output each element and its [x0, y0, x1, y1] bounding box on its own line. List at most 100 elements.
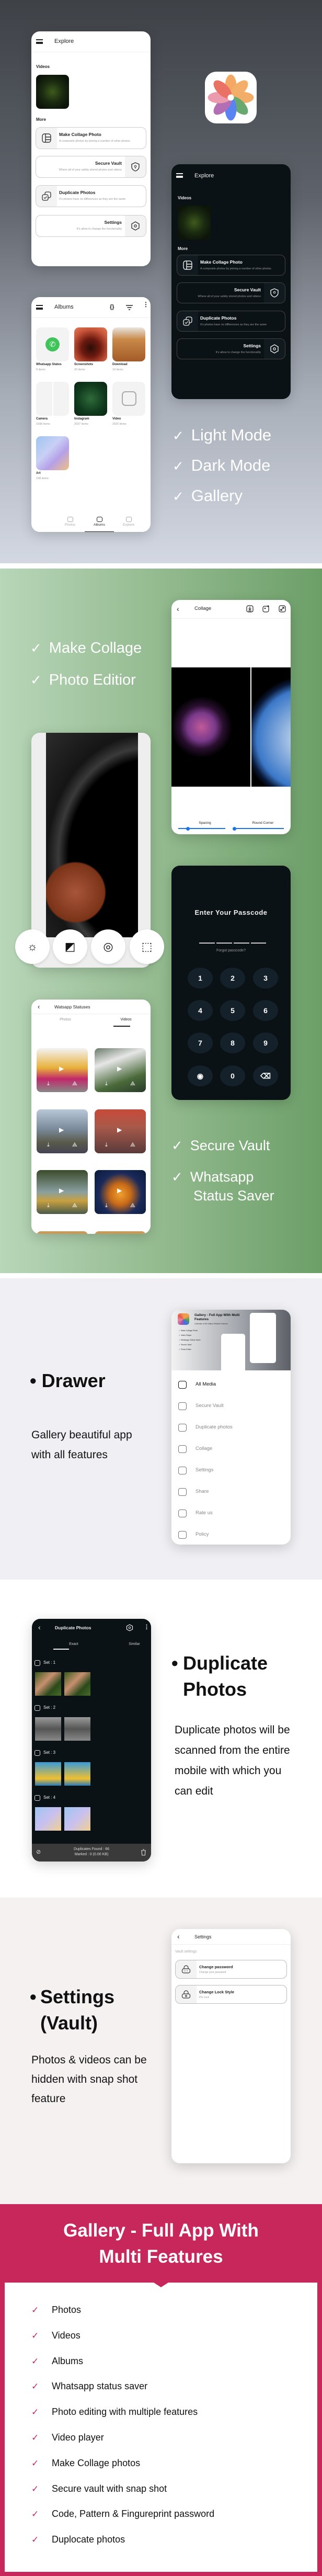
backspace-icon[interactable]: ⌫	[253, 1065, 278, 1086]
play-icon[interactable]: ▶	[59, 1187, 64, 1194]
settings-card[interactable]: Settings It's allow to change the functi…	[36, 215, 146, 237]
drawer-item-settings[interactable]: Settings	[171, 1463, 291, 1479]
status-video-tile[interactable]: ▶ ⤓ ⟁	[95, 1048, 146, 1092]
menu-icon[interactable]	[36, 305, 43, 310]
slider-thumb[interactable]	[186, 826, 190, 831]
play-icon[interactable]: ▶	[117, 1187, 122, 1194]
download-icon[interactable]	[246, 605, 254, 612]
duplicate-photo[interactable]	[64, 1717, 90, 1741]
duplicate-photo[interactable]	[64, 1807, 90, 1831]
download-icon[interactable]: ⤓	[105, 1081, 108, 1087]
play-icon[interactable]: ▶	[59, 1065, 64, 1072]
video-thumbnail[interactable]	[178, 206, 211, 240]
tab-videos[interactable]: Videos	[108, 1018, 144, 1022]
secure-vault-card[interactable]: Secure Vault Where all of your safely st…	[36, 156, 146, 178]
duplicate-photo[interactable]	[64, 1672, 90, 1696]
duplicate-photo[interactable]	[64, 1762, 90, 1786]
share-icon[interactable]: ⟁	[130, 1202, 135, 1209]
key-8[interactable]: 8	[220, 1032, 245, 1053]
vignette-icon[interactable]: ⬚	[130, 929, 164, 964]
settings-card[interactable]: Settings It's allow to change the functi…	[177, 338, 285, 359]
column-toggle-icon[interactable]: {}	[110, 304, 114, 310]
set-checkbox[interactable]	[34, 1660, 40, 1666]
change-lock-style-item[interactable]: Change Lock Style Pin Lock	[175, 1985, 287, 2004]
album-tile[interactable]	[74, 382, 107, 416]
duplicate-photos-card[interactable]: Duplicate Photos It's photos have no dif…	[36, 185, 146, 207]
collage-image-left[interactable]	[171, 667, 250, 787]
expand-icon[interactable]	[279, 605, 286, 612]
status-video-tile[interactable]: ▶ ⤓ ⟁	[95, 1109, 146, 1153]
spacing-slider[interactable]	[178, 826, 225, 831]
play-icon[interactable]: ▶	[59, 1126, 64, 1133]
status-video-tile[interactable]: ▶ ⤓ ⟁	[37, 1109, 88, 1153]
duplicate-photo[interactable]	[35, 1717, 61, 1741]
status-video-tile[interactable]: ▶ ⤓ ⟁	[37, 1048, 88, 1092]
play-icon[interactable]: ▶	[117, 1126, 122, 1133]
key-6[interactable]: 6	[253, 1000, 278, 1021]
share-icon[interactable]: ⟁	[72, 1142, 77, 1149]
saturation-icon[interactable]: ◎	[91, 929, 125, 964]
share-icon[interactable]: ⟁	[72, 1081, 77, 1087]
duplicate-photos-card[interactable]: Duplicate Photos It's photos have no dif…	[177, 311, 285, 332]
download-icon[interactable]: ⤓	[47, 1142, 50, 1149]
key-3[interactable]: 3	[253, 968, 278, 989]
make-collage-card[interactable]: Make Collage Photo A composite photos by…	[177, 255, 285, 276]
key-4[interactable]: 4	[188, 1000, 213, 1021]
back-icon[interactable]: ‹	[38, 1003, 40, 1011]
nav-photos[interactable]: Photos	[55, 517, 85, 532]
round-corner-slider[interactable]	[233, 826, 284, 831]
key-0[interactable]: 0	[220, 1065, 245, 1086]
share-icon[interactable]: ⟁	[130, 1081, 135, 1087]
tab-exact[interactable]: Exact	[69, 1642, 78, 1646]
share-icon[interactable]: ⟁	[72, 1202, 77, 1209]
album-tile[interactable]	[36, 382, 69, 416]
drawer-item-secure-vault[interactable]: Secure Vault	[171, 1399, 291, 1414]
status-video-tile[interactable]	[37, 1231, 88, 1234]
delete-icon[interactable]	[141, 1849, 146, 1856]
tab-photos[interactable]: Photos	[47, 1018, 84, 1022]
duplicate-photo[interactable]	[35, 1762, 61, 1786]
key-1[interactable]: 1	[188, 968, 213, 989]
settings-icon[interactable]	[126, 1624, 133, 1631]
brightness-icon[interactable]: ☼	[15, 929, 50, 964]
download-icon[interactable]: ⤓	[105, 1202, 108, 1209]
key-9[interactable]: 9	[253, 1032, 278, 1053]
nav-albums[interactable]: Albums	[85, 517, 114, 532]
set-checkbox[interactable]	[34, 1750, 40, 1756]
video-thumbnail[interactable]	[36, 75, 69, 109]
menu-icon[interactable]	[176, 173, 183, 178]
album-tile[interactable]	[112, 327, 145, 361]
album-tile[interactable]	[36, 436, 69, 470]
secure-vault-card[interactable]: Secure Vault Where all of your safely st…	[177, 282, 285, 303]
duplicate-photo[interactable]	[35, 1807, 61, 1831]
back-icon[interactable]: ‹	[177, 605, 179, 613]
filter-icon[interactable]	[126, 305, 133, 310]
set-checkbox[interactable]	[34, 1795, 40, 1801]
key-7[interactable]: 7	[188, 1032, 213, 1053]
album-tile[interactable]	[74, 327, 107, 361]
fingerprint-icon[interactable]: ◉	[188, 1065, 213, 1086]
status-video-tile[interactable]: ▶ ⤓ ⟁	[37, 1170, 88, 1214]
download-icon[interactable]: ⤓	[47, 1081, 50, 1087]
status-video-tile[interactable]: ▶ ⤓ ⟁	[95, 1170, 146, 1214]
download-icon[interactable]: ⤓	[105, 1142, 108, 1149]
more-options-icon[interactable]: ⋮	[144, 1624, 150, 1630]
forgot-passcode-link[interactable]: Forgot passcode?	[171, 949, 291, 952]
change-password-item[interactable]: Change password Change your password	[175, 1960, 287, 1979]
status-video-tile[interactable]	[95, 1231, 146, 1234]
drawer-item-duplicate-photos[interactable]: Duplicate photos	[171, 1420, 291, 1436]
drawer-item-collage[interactable]: Collage	[171, 1442, 291, 1457]
back-icon[interactable]: ‹	[38, 1623, 41, 1631]
exposure-icon[interactable]: ◩	[53, 929, 87, 964]
make-collage-card[interactable]: Make Collage Photo A composite photos by…	[36, 127, 146, 149]
nav-explore[interactable]: Explore	[114, 517, 143, 532]
album-tile[interactable]: ✆	[36, 327, 69, 361]
drawer-item-rate-us[interactable]: Rate us	[171, 1506, 291, 1522]
tab-similar[interactable]: Similar	[129, 1642, 140, 1646]
set-checkbox[interactable]	[34, 1705, 40, 1711]
play-icon[interactable]: ▶	[117, 1065, 122, 1072]
drawer-item-all-media[interactable]: All Media	[171, 1377, 291, 1393]
menu-icon[interactable]	[36, 39, 43, 44]
collage-image-right[interactable]	[251, 667, 291, 787]
album-tile[interactable]	[112, 382, 145, 416]
